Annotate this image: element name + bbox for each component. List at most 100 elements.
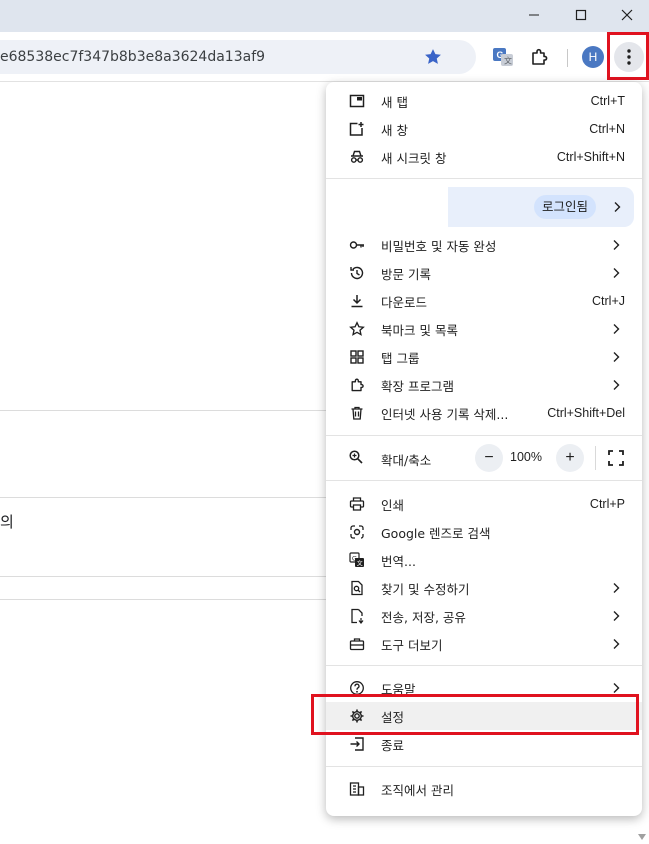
menu-item-history[interactable]: 방문 기록 <box>326 259 642 287</box>
page-divider <box>0 599 330 600</box>
menu-button-highlight <box>607 32 649 80</box>
page-partial-text: 의 <box>0 513 14 531</box>
chevron-right-icon <box>613 268 620 278</box>
star-outline-icon <box>348 320 366 338</box>
toolbox-icon <box>348 635 366 653</box>
svg-text:文: 文 <box>357 560 363 568</box>
signed-in-badge: 로그인됨 <box>534 195 597 219</box>
translate-icon: G文 <box>348 551 366 569</box>
maximize-button[interactable] <box>558 0 604 30</box>
page-divider <box>0 576 330 577</box>
menu-item-clear-browsing-data[interactable]: 인터넷 사용 기록 삭제... Ctrl+Shift+Del <box>326 399 642 427</box>
menu-item-managed-by-org[interactable]: 조직에서 관리 <box>326 775 642 803</box>
toolbar-separator <box>567 49 568 67</box>
menu-item-label: 종료 <box>381 737 405 753</box>
zoom-out-button[interactable]: − <box>475 444 503 472</box>
printer-icon <box>348 495 366 513</box>
find-in-page-icon <box>348 579 366 597</box>
new-window-icon <box>348 120 366 138</box>
chevron-right-icon <box>613 639 620 649</box>
menu-item-label: 새 시크릿 창 <box>381 150 447 166</box>
menu-item-print[interactable]: 인쇄 Ctrl+P <box>326 490 642 518</box>
fullscreen-icon[interactable] <box>606 448 626 468</box>
google-translate-icon: G 文 <box>493 48 513 66</box>
menu-item-cast-save-share[interactable]: 전송, 저장, 공유 <box>326 602 642 630</box>
chevron-right-icon <box>613 352 620 362</box>
menu-item-label: 인쇄 <box>381 497 405 513</box>
close-window-button[interactable] <box>604 0 649 30</box>
chevron-right-icon <box>613 240 620 250</box>
google-translate-button[interactable]: G 文 <box>490 44 516 70</box>
maximize-icon <box>575 9 587 21</box>
chevron-right-icon <box>613 380 620 390</box>
chevron-right-icon <box>613 324 620 334</box>
menu-item-label: 확장 프로그램 <box>381 378 454 394</box>
address-bar[interactable]: e68538ec7f347b8b3e8a3624da13af9 <box>0 40 476 74</box>
chevron-right-icon <box>613 611 620 621</box>
menu-item-label: 인터넷 사용 기록 삭제... <box>381 406 509 422</box>
zoom-in-button[interactable]: + <box>556 444 584 472</box>
menu-item-shortcut: Ctrl+T <box>590 94 625 108</box>
menu-item-shortcut: Ctrl+Shift+Del <box>547 406 625 420</box>
puzzle-piece-icon <box>348 376 366 394</box>
menu-item-shortcut: Ctrl+N <box>589 122 625 136</box>
profile-avatar[interactable]: H <box>582 46 604 68</box>
zoom-icon <box>348 449 366 467</box>
menu-item-label: 북마크 및 목록 <box>381 322 458 338</box>
browser-toolbar: e68538ec7f347b8b3e8a3624da13af9 G 文 H <box>0 32 649 82</box>
window-titlebar <box>0 0 649 32</box>
menu-item-label: 새 창 <box>381 122 408 138</box>
incognito-icon <box>348 148 366 166</box>
menu-item-label: 찾기 및 수정하기 <box>381 581 470 597</box>
menu-item-new-incognito[interactable]: 새 시크릿 창 Ctrl+Shift+N <box>326 143 642 171</box>
menu-zoom-row: 확대/축소 − 100% + <box>326 444 642 472</box>
menu-item-label: 전송, 저장, 공유 <box>381 609 466 625</box>
new-tab-icon <box>348 92 366 110</box>
file-share-icon <box>348 607 366 625</box>
menu-item-shortcut: Ctrl+J <box>592 294 625 308</box>
menu-item-downloads[interactable]: 다운로드 Ctrl+J <box>326 287 642 315</box>
menu-item-shortcut: Ctrl+Shift+N <box>556 150 625 164</box>
chevron-right-icon <box>613 683 620 693</box>
close-icon <box>621 9 633 21</box>
minimize-icon <box>529 14 539 16</box>
menu-item-label: 번역... <box>381 553 416 569</box>
menu-item-label: 다운로드 <box>381 294 428 310</box>
address-bar-url: e68538ec7f347b8b3e8a3624da13af9 <box>0 49 266 65</box>
menu-item-new-window[interactable]: 새 창 Ctrl+N <box>326 115 642 143</box>
scroll-down-arrow-icon[interactable] <box>638 834 646 840</box>
trash-icon <box>348 404 366 422</box>
menu-item-more-tools[interactable]: 도구 더보기 <box>326 630 642 658</box>
menu-item-label: 탭 그룹 <box>381 350 420 366</box>
menu-item-passwords[interactable]: 비밀번호 및 자동 완성 <box>326 231 642 259</box>
zoom-level: 100% <box>510 450 542 464</box>
menu-separator <box>326 178 642 179</box>
menu-item-label: Google 렌즈로 검색 <box>381 525 491 541</box>
zoom-separator <box>595 446 596 470</box>
minimize-button[interactable] <box>511 0 557 30</box>
profile-signed-in-row[interactable]: 로그인됨 <box>448 187 634 227</box>
bookmark-star-icon[interactable] <box>423 47 443 67</box>
menu-item-tab-groups[interactable]: 탭 그룹 <box>326 343 642 371</box>
menu-separator <box>326 766 642 767</box>
menu-item-translate[interactable]: G文 번역... <box>326 546 642 574</box>
menu-item-bookmarks[interactable]: 북마크 및 목록 <box>326 315 642 343</box>
menu-separator <box>326 665 642 666</box>
menu-item-extensions[interactable]: 확장 프로그램 <box>326 371 642 399</box>
svg-text:文: 文 <box>504 56 512 66</box>
menu-separator <box>326 435 642 436</box>
puzzle-piece-icon <box>532 48 548 65</box>
page-divider <box>0 410 330 411</box>
extensions-button[interactable] <box>526 44 552 70</box>
menu-item-label: 새 탭 <box>381 94 408 110</box>
page-divider <box>0 497 330 498</box>
menu-item-label: 도구 더보기 <box>381 637 443 653</box>
lens-icon <box>348 523 366 541</box>
menu-item-find-edit[interactable]: 찾기 및 수정하기 <box>326 574 642 602</box>
menu-item-new-tab[interactable]: 새 탭 Ctrl+T <box>326 87 642 115</box>
menu-item-google-lens[interactable]: Google 렌즈로 검색 <box>326 518 642 546</box>
download-icon <box>348 292 366 310</box>
exit-icon <box>348 735 366 753</box>
zoom-label: 확대/축소 <box>381 453 432 468</box>
chevron-right-icon <box>614 202 621 212</box>
